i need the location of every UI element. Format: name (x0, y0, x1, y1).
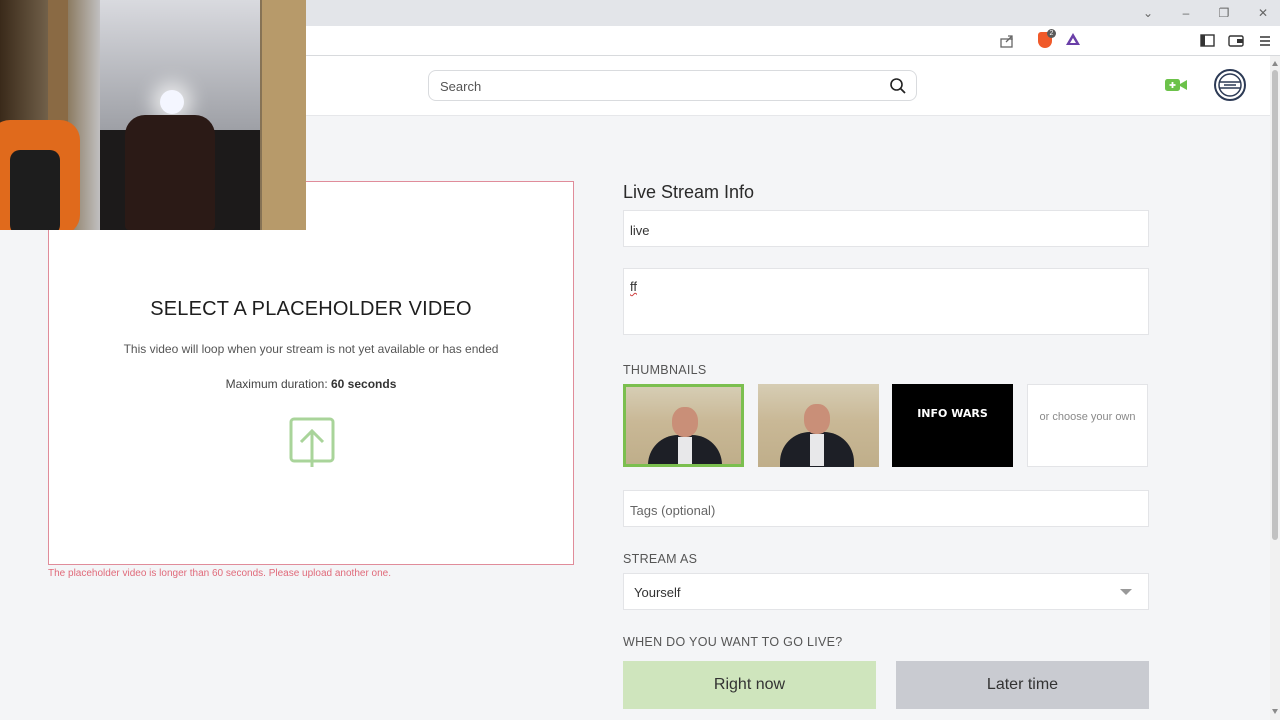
stream-as-select[interactable]: Yourself (623, 573, 1149, 610)
stream-as-label: STREAM AS (623, 552, 698, 566)
go-live-video-icon[interactable] (1164, 76, 1188, 94)
thumbnail-option-1[interactable] (623, 384, 744, 467)
search-icon[interactable] (889, 77, 907, 95)
tags-field (623, 490, 1149, 527)
placeholder-error-message: The placeholder video is longer than 60 … (48, 568, 392, 579)
scroll-up-icon[interactable] (1272, 61, 1278, 66)
wallet-icon[interactable] (1227, 32, 1245, 50)
thumbnail-option-2[interactable] (758, 384, 879, 467)
placeholder-video-dropzone[interactable]: SELECT A PLACEHOLDER VIDEO This video wi… (48, 181, 574, 565)
stream-title-field (623, 210, 1149, 247)
thumbnail-option-3[interactable]: INFO WARS (892, 384, 1013, 467)
duration-value: 60 seconds (331, 377, 397, 391)
search-input[interactable] (440, 77, 870, 95)
brave-shields-icon[interactable]: 2 (1038, 29, 1056, 50)
brave-shields-badge: 2 (1047, 29, 1056, 38)
dropzone-description: This video will loop when your stream is… (123, 342, 499, 356)
duration-label: Maximum duration: (225, 377, 331, 391)
thumbnail-logo-text: INFO WARS (917, 407, 988, 420)
later-time-button[interactable]: Later time (896, 661, 1149, 709)
go-live-when-label: WHEN DO YOU WANT TO GO LIVE? (623, 635, 843, 649)
stream-as-value: Yourself (634, 585, 681, 600)
thumbnails-label: THUMBNAILS (623, 363, 707, 377)
thumbnail-image (758, 384, 879, 467)
tags-input[interactable] (630, 502, 1140, 518)
close-icon[interactable]: ✕ (1250, 3, 1276, 23)
minimize-icon[interactable]: – (1173, 3, 1199, 23)
dropzone-duration: Maximum duration: 60 seconds (49, 377, 573, 391)
dropzone-title: SELECT A PLACEHOLDER VIDEO (150, 298, 472, 320)
page-scrollbar[interactable] (1270, 56, 1280, 720)
live-stream-info-title: Live Stream Info (623, 182, 755, 202)
restore-icon[interactable]: ❐ (1211, 3, 1237, 23)
brave-rewards-icon[interactable] (1066, 33, 1080, 45)
avatar[interactable] (1214, 69, 1246, 101)
chevron-down-icon (1120, 589, 1132, 595)
search-box (428, 70, 917, 101)
scroll-down-icon[interactable] (1272, 709, 1278, 714)
share-icon[interactable] (998, 32, 1016, 50)
tab-list-icon[interactable]: ⌄ (1135, 3, 1161, 23)
profile-globe-icon (1218, 73, 1242, 97)
stream-description-field: ff (623, 268, 1149, 335)
choose-own-thumbnail-button[interactable]: or choose your own (1027, 384, 1148, 467)
thumbnail-image: INFO WARS (892, 384, 1013, 467)
right-now-button[interactable]: Right now (623, 661, 876, 709)
sidebar-icon[interactable] (1199, 32, 1217, 50)
menu-icon[interactable] (1256, 32, 1274, 50)
upload-icon[interactable] (289, 417, 335, 469)
thumbnail-image (626, 387, 741, 464)
stream-description-input[interactable]: ff (630, 279, 1140, 329)
stream-title-input[interactable] (630, 222, 1140, 238)
webcam-overlay (0, 0, 306, 230)
scroll-thumb[interactable] (1272, 70, 1278, 540)
